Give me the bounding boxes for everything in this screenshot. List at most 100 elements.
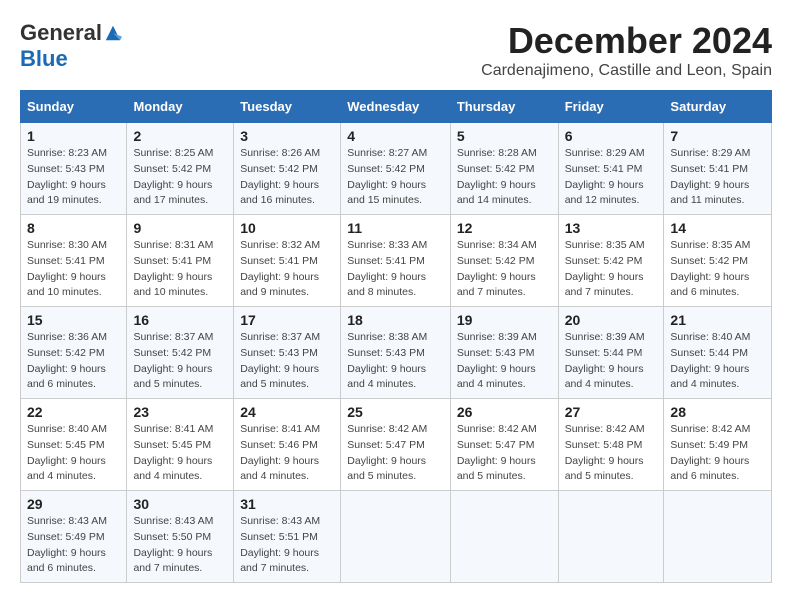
calendar-table: SundayMondayTuesdayWednesdayThursdayFrid… <box>20 90 772 583</box>
daylight-minutes: and 5 minutes. <box>565 470 634 482</box>
day-number: 29 <box>27 496 120 512</box>
sunset-label: Sunset: 5:41 PM <box>670 163 748 175</box>
calendar-cell: 8 Sunrise: 8:30 AM Sunset: 5:41 PM Dayli… <box>21 215 127 307</box>
day-info: Sunrise: 8:29 AM Sunset: 5:41 PM Dayligh… <box>565 146 658 209</box>
sunset-label: Sunset: 5:42 PM <box>565 255 643 267</box>
calendar-cell: 14 Sunrise: 8:35 AM Sunset: 5:42 PM Dayl… <box>664 215 772 307</box>
sunrise-label: Sunrise: 8:29 AM <box>670 147 750 159</box>
logo-blue-text: Blue <box>20 46 68 72</box>
calendar-cell: 2 Sunrise: 8:25 AM Sunset: 5:42 PM Dayli… <box>127 123 234 215</box>
calendar-cell: 16 Sunrise: 8:37 AM Sunset: 5:42 PM Dayl… <box>127 307 234 399</box>
daylight-minutes: and 6 minutes. <box>27 562 96 574</box>
sunset-label: Sunset: 5:43 PM <box>457 347 535 359</box>
day-info: Sunrise: 8:29 AM Sunset: 5:41 PM Dayligh… <box>670 146 765 209</box>
day-number: 4 <box>347 128 444 144</box>
day-number: 28 <box>670 404 765 420</box>
sunset-label: Sunset: 5:43 PM <box>27 163 105 175</box>
daylight-label: Daylight: 9 hours <box>457 179 536 191</box>
daylight-label: Daylight: 9 hours <box>347 455 426 467</box>
day-number: 11 <box>347 220 444 236</box>
calendar-week-row: 8 Sunrise: 8:30 AM Sunset: 5:41 PM Dayli… <box>21 215 772 307</box>
sunrise-label: Sunrise: 8:26 AM <box>240 147 320 159</box>
weekday-header: Thursday <box>450 91 558 123</box>
sunrise-label: Sunrise: 8:41 AM <box>240 423 320 435</box>
calendar-cell: 17 Sunrise: 8:37 AM Sunset: 5:43 PM Dayl… <box>234 307 341 399</box>
day-info: Sunrise: 8:35 AM Sunset: 5:42 PM Dayligh… <box>670 238 765 301</box>
calendar-week-row: 29 Sunrise: 8:43 AM Sunset: 5:49 PM Dayl… <box>21 491 772 583</box>
day-number: 3 <box>240 128 334 144</box>
day-info: Sunrise: 8:39 AM Sunset: 5:43 PM Dayligh… <box>457 330 552 393</box>
daylight-minutes: and 5 minutes. <box>457 470 526 482</box>
day-info: Sunrise: 8:42 AM Sunset: 5:48 PM Dayligh… <box>565 422 658 485</box>
calendar-week-row: 1 Sunrise: 8:23 AM Sunset: 5:43 PM Dayli… <box>21 123 772 215</box>
calendar-cell: 11 Sunrise: 8:33 AM Sunset: 5:41 PM Dayl… <box>341 215 451 307</box>
day-info: Sunrise: 8:43 AM Sunset: 5:50 PM Dayligh… <box>133 514 227 577</box>
day-info: Sunrise: 8:43 AM Sunset: 5:49 PM Dayligh… <box>27 514 120 577</box>
calendar-cell: 29 Sunrise: 8:43 AM Sunset: 5:49 PM Dayl… <box>21 491 127 583</box>
day-number: 24 <box>240 404 334 420</box>
day-info: Sunrise: 8:38 AM Sunset: 5:43 PM Dayligh… <box>347 330 444 393</box>
sunrise-label: Sunrise: 8:42 AM <box>457 423 537 435</box>
daylight-label: Daylight: 9 hours <box>565 455 644 467</box>
sunset-label: Sunset: 5:42 PM <box>457 163 535 175</box>
daylight-label: Daylight: 9 hours <box>670 179 749 191</box>
sunrise-label: Sunrise: 8:39 AM <box>565 331 645 343</box>
sunset-label: Sunset: 5:44 PM <box>670 347 748 359</box>
daylight-minutes: and 4 minutes. <box>670 378 739 390</box>
location-title: Cardenajimeno, Castille and Leon, Spain <box>481 62 772 80</box>
sunrise-label: Sunrise: 8:43 AM <box>240 515 320 527</box>
day-info: Sunrise: 8:37 AM Sunset: 5:42 PM Dayligh… <box>133 330 227 393</box>
daylight-minutes: and 5 minutes. <box>133 378 202 390</box>
calendar-cell: 1 Sunrise: 8:23 AM Sunset: 5:43 PM Dayli… <box>21 123 127 215</box>
day-number: 23 <box>133 404 227 420</box>
sunrise-label: Sunrise: 8:35 AM <box>670 239 750 251</box>
sunset-label: Sunset: 5:47 PM <box>457 439 535 451</box>
day-info: Sunrise: 8:42 AM Sunset: 5:47 PM Dayligh… <box>347 422 444 485</box>
sunrise-label: Sunrise: 8:31 AM <box>133 239 213 251</box>
day-number: 14 <box>670 220 765 236</box>
day-info: Sunrise: 8:39 AM Sunset: 5:44 PM Dayligh… <box>565 330 658 393</box>
daylight-minutes: and 10 minutes. <box>133 286 208 298</box>
sunrise-label: Sunrise: 8:37 AM <box>240 331 320 343</box>
sunrise-label: Sunrise: 8:30 AM <box>27 239 107 251</box>
sunrise-label: Sunrise: 8:39 AM <box>457 331 537 343</box>
daylight-minutes: and 4 minutes. <box>457 378 526 390</box>
sunrise-label: Sunrise: 8:27 AM <box>347 147 427 159</box>
calendar-cell: 15 Sunrise: 8:36 AM Sunset: 5:42 PM Dayl… <box>21 307 127 399</box>
day-info: Sunrise: 8:37 AM Sunset: 5:43 PM Dayligh… <box>240 330 334 393</box>
calendar-cell: 5 Sunrise: 8:28 AM Sunset: 5:42 PM Dayli… <box>450 123 558 215</box>
calendar-cell: 25 Sunrise: 8:42 AM Sunset: 5:47 PM Dayl… <box>341 399 451 491</box>
sunset-label: Sunset: 5:41 PM <box>133 255 211 267</box>
day-number: 26 <box>457 404 552 420</box>
day-info: Sunrise: 8:23 AM Sunset: 5:43 PM Dayligh… <box>27 146 120 209</box>
weekday-header: Tuesday <box>234 91 341 123</box>
daylight-label: Daylight: 9 hours <box>347 179 426 191</box>
calendar-cell: 21 Sunrise: 8:40 AM Sunset: 5:44 PM Dayl… <box>664 307 772 399</box>
day-number: 9 <box>133 220 227 236</box>
sunset-label: Sunset: 5:51 PM <box>240 531 318 543</box>
day-info: Sunrise: 8:25 AM Sunset: 5:42 PM Dayligh… <box>133 146 227 209</box>
sunrise-label: Sunrise: 8:42 AM <box>670 423 750 435</box>
sunrise-label: Sunrise: 8:32 AM <box>240 239 320 251</box>
day-number: 2 <box>133 128 227 144</box>
sunrise-label: Sunrise: 8:29 AM <box>565 147 645 159</box>
sunset-label: Sunset: 5:42 PM <box>457 255 535 267</box>
day-info: Sunrise: 8:41 AM Sunset: 5:46 PM Dayligh… <box>240 422 334 485</box>
daylight-label: Daylight: 9 hours <box>565 363 644 375</box>
daylight-label: Daylight: 9 hours <box>240 271 319 283</box>
sunrise-label: Sunrise: 8:35 AM <box>565 239 645 251</box>
daylight-label: Daylight: 9 hours <box>133 455 212 467</box>
daylight-minutes: and 7 minutes. <box>565 286 634 298</box>
month-title: December 2024 <box>481 20 772 62</box>
logo: General Blue <box>20 20 122 72</box>
daylight-minutes: and 9 minutes. <box>240 286 309 298</box>
daylight-label: Daylight: 9 hours <box>27 271 106 283</box>
day-info: Sunrise: 8:32 AM Sunset: 5:41 PM Dayligh… <box>240 238 334 301</box>
daylight-label: Daylight: 9 hours <box>240 455 319 467</box>
day-number: 5 <box>457 128 552 144</box>
sunrise-label: Sunrise: 8:25 AM <box>133 147 213 159</box>
calendar-cell: 24 Sunrise: 8:41 AM Sunset: 5:46 PM Dayl… <box>234 399 341 491</box>
sunset-label: Sunset: 5:44 PM <box>565 347 643 359</box>
daylight-minutes: and 12 minutes. <box>565 194 640 206</box>
daylight-label: Daylight: 9 hours <box>347 363 426 375</box>
